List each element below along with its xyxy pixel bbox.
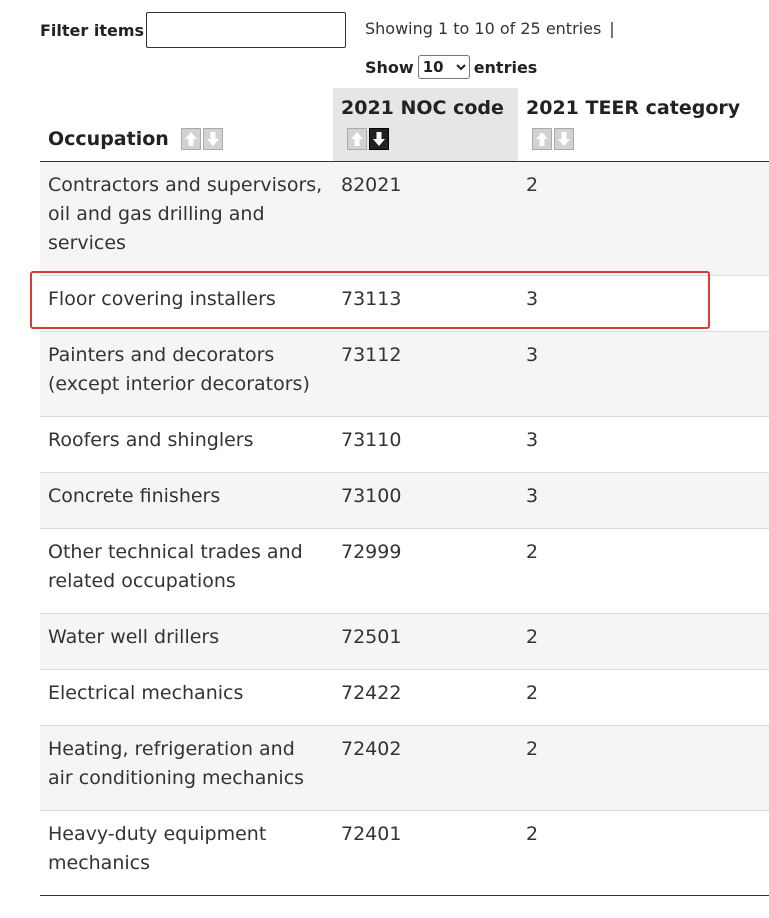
cell-occupation: Painters and decorators (except interior… bbox=[40, 331, 333, 417]
entries-info: Showing 1 to 10 of 25 entries | bbox=[365, 19, 615, 38]
cell-noc-code: 72999 bbox=[333, 528, 518, 614]
table-row: Heating, refrigeration and air condition… bbox=[40, 725, 769, 811]
entries-info-separator: | bbox=[609, 19, 615, 38]
column-header-teer-category[interactable]: 2021 TEER category bbox=[518, 88, 769, 162]
filter-input[interactable] bbox=[146, 12, 346, 48]
cell-teer-category: 3 bbox=[518, 472, 769, 529]
table-row: Roofers and shinglers 73110 3 bbox=[40, 416, 769, 473]
table-row: Water well drillers 72501 2 bbox=[40, 613, 769, 670]
cell-noc-code: 72401 bbox=[333, 810, 518, 896]
cell-teer-category: 2 bbox=[518, 810, 769, 896]
entries-info-text: Showing 1 to 10 of 25 entries bbox=[365, 19, 602, 38]
column-header-label: 2021 TEER category bbox=[526, 97, 741, 119]
cell-teer-category: 2 bbox=[518, 613, 769, 670]
sort-descending-icon[interactable] bbox=[203, 128, 224, 150]
cell-teer-category: 3 bbox=[518, 331, 769, 417]
cell-noc-code: 72422 bbox=[333, 669, 518, 726]
table-row-highlighted: Floor covering installers 73113 3 bbox=[40, 275, 769, 332]
table-row: Heavy-duty equipment mechanics 72401 2 bbox=[40, 810, 769, 896]
cell-occupation: Contractors and supervisors, oil and gas… bbox=[40, 161, 333, 276]
table-row: Contractors and supervisors, oil and gas… bbox=[40, 161, 769, 276]
page-length-select[interactable]: 10 bbox=[417, 55, 470, 79]
cell-occupation: Heavy-duty equipment mechanics bbox=[40, 810, 333, 896]
table-row: Other technical trades and related occup… bbox=[40, 528, 769, 614]
cell-teer-category: 2 bbox=[518, 725, 769, 811]
cell-noc-code: 73110 bbox=[333, 416, 518, 473]
table-row: Painters and decorators (except interior… bbox=[40, 331, 769, 417]
table-row: Electrical mechanics 72422 2 bbox=[40, 669, 769, 726]
sort-controls[interactable] bbox=[181, 128, 224, 150]
sort-descending-active-icon[interactable] bbox=[369, 128, 389, 150]
entries-label: entries bbox=[473, 57, 538, 77]
table-row: Concrete finishers 73100 3 bbox=[40, 472, 769, 529]
show-label: Show bbox=[365, 57, 414, 77]
cell-occupation: Floor covering installers bbox=[40, 275, 333, 332]
sort-ascending-icon[interactable] bbox=[347, 128, 367, 150]
page-length-control: Show 10 entries bbox=[365, 55, 537, 79]
cell-occupation: Roofers and shinglers bbox=[40, 416, 333, 473]
cell-teer-category: 3 bbox=[518, 416, 769, 473]
cell-occupation: Heating, refrigeration and air condition… bbox=[40, 725, 333, 811]
occupation-table-page: Filter items Showing 1 to 10 of 25 entri… bbox=[0, 0, 769, 918]
sort-descending-icon[interactable] bbox=[554, 128, 574, 150]
cell-noc-code: 73100 bbox=[333, 472, 518, 529]
cell-teer-category: 3 bbox=[518, 275, 769, 332]
cell-teer-category: 2 bbox=[518, 161, 769, 276]
sort-controls[interactable] bbox=[532, 128, 574, 150]
cell-noc-code: 73113 bbox=[333, 275, 518, 332]
occupations-table: Occupation 2021 NOC code 2021 TEER categ… bbox=[40, 88, 769, 896]
cell-noc-code: 72402 bbox=[333, 725, 518, 811]
column-header-noc-code[interactable]: 2021 NOC code bbox=[333, 88, 518, 162]
cell-teer-category: 2 bbox=[518, 669, 769, 726]
column-header-occupation[interactable]: Occupation bbox=[40, 88, 333, 162]
cell-occupation: Other technical trades and related occup… bbox=[40, 528, 333, 614]
column-header-label: 2021 NOC code bbox=[341, 97, 504, 119]
cell-occupation: Concrete finishers bbox=[40, 472, 333, 529]
column-header-label: Occupation bbox=[48, 128, 169, 150]
cell-noc-code: 82021 bbox=[333, 161, 518, 276]
cell-occupation: Electrical mechanics bbox=[40, 669, 333, 726]
sort-ascending-icon[interactable] bbox=[532, 128, 552, 150]
sort-controls[interactable] bbox=[347, 128, 389, 150]
cell-noc-code: 73112 bbox=[333, 331, 518, 417]
sort-ascending-icon[interactable] bbox=[181, 128, 202, 150]
cell-noc-code: 72501 bbox=[333, 613, 518, 670]
table-header-row: Occupation 2021 NOC code 2021 TEER categ… bbox=[40, 88, 769, 162]
filter-label: Filter items bbox=[40, 21, 145, 40]
cell-teer-category: 2 bbox=[518, 528, 769, 614]
cell-occupation: Water well drillers bbox=[40, 613, 333, 670]
